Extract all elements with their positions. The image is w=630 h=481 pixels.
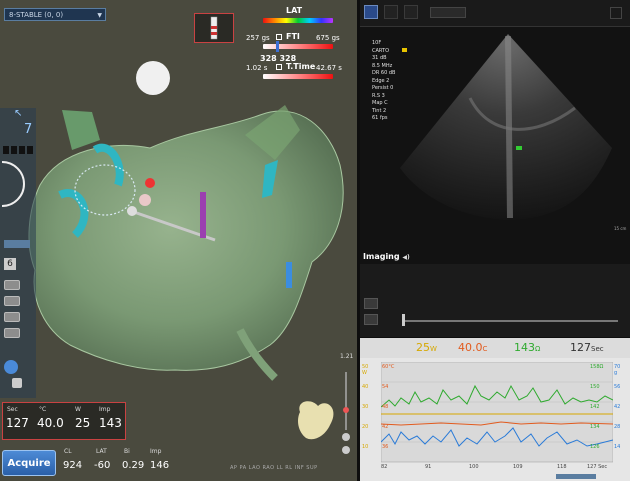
chevron-down-icon: ▼ (97, 12, 102, 19)
graph-summary-bar: 25W 40.0C 143Ω 127Sec (360, 338, 630, 358)
readout-value-power: 25 (75, 416, 91, 430)
ablation-graph-panel: 25W 40.0C 143Ω 127Sec 50 W 40 30 20 10 6… (360, 338, 630, 481)
left-toolbar: ↖ 7 6 (0, 108, 36, 398)
rotate-dial-icon[interactable] (0, 160, 36, 210)
fti-min: 257 gs (246, 34, 270, 42)
ttime-label: T.Time (286, 62, 316, 71)
ultrasound-control-button-1[interactable] (364, 298, 378, 309)
ttime-checkbox[interactable] (276, 64, 282, 70)
acquire-button[interactable]: Acquire (2, 450, 56, 476)
ultrasound-close-button[interactable] (610, 7, 622, 19)
lat-label: LAT (286, 6, 303, 15)
ultrasound-toolbar (360, 0, 630, 27)
ablation-readout-panel: Sec °C W Imp 127 40.0 25 143 (2, 402, 126, 440)
arrow-icon[interactable]: ↖ (14, 108, 22, 119)
readout-header-imp: Imp (99, 406, 111, 413)
ablation-trace-chart[interactable] (381, 362, 613, 466)
catheter-icon-button[interactable] (194, 13, 234, 43)
tool-button-2[interactable] (4, 296, 20, 306)
tool-button-4[interactable] (4, 328, 20, 338)
ultrasound-mode-icon[interactable] (364, 5, 378, 19)
bottom-header-bi: Bi (124, 448, 130, 455)
side-small-number: 6 (4, 258, 16, 270)
bottom-header-imp: Imp (150, 448, 162, 455)
ultrasound-tool-icon-1[interactable] (384, 5, 398, 19)
bottom-header-lat: LAT (96, 448, 107, 455)
zoom-slider-knob (343, 407, 349, 413)
readout-value-sec: 127 (6, 416, 29, 430)
ultrasound-pane: 10F CARTO 31 dB 8.5 MHz DR 60 dB Edge 2 … (360, 0, 630, 337)
fti-max: 675 gs (316, 34, 340, 42)
readout-header-sec: Sec (7, 406, 18, 413)
ultrasound-controls (360, 264, 630, 337)
fti-bar (263, 44, 333, 49)
ultrasound-dropdown[interactable] (430, 7, 466, 18)
stability-dropdown[interactable]: 8-STABLE (0, 0) ▼ (4, 8, 106, 21)
zoom-button (342, 433, 350, 441)
ttime-bar (263, 74, 333, 79)
ttime-max: 42.67 s (316, 64, 342, 72)
x-axis: 82 91 100 109 118 127 Sec (381, 464, 608, 470)
orientation-heart-icon (298, 401, 334, 440)
globe-icon[interactable] (4, 360, 18, 374)
zoom-value: 1.21 (340, 353, 354, 360)
speaker-icon: ◀) (402, 254, 410, 261)
bottom-value-bi: 0.29 (122, 460, 145, 471)
ttime-min: 1.02 s (246, 64, 268, 72)
summary-time: 127Sec (570, 341, 604, 354)
ultrasound-timeline-slider[interactable] (404, 320, 618, 322)
lat-color-bar (263, 18, 333, 23)
hand-tool-button[interactable] (4, 240, 30, 248)
catheter-icon (210, 16, 218, 40)
depth-label: 15 cm (614, 226, 627, 231)
fti-slider-handle[interactable] (276, 41, 279, 52)
tool-button-1[interactable] (4, 280, 20, 290)
side-number: 7 (24, 122, 33, 137)
grid-icon[interactable] (3, 146, 33, 154)
tool-button-3[interactable] (4, 312, 20, 322)
summary-power: 25W (416, 341, 437, 354)
summary-impedance: 143Ω (514, 341, 541, 354)
summary-temp: 40.0C (458, 341, 488, 354)
readout-value-imp: 143 (99, 416, 122, 430)
readout-header-temp: °C (39, 406, 47, 413)
ultrasound-timeline-knob[interactable] (402, 314, 405, 326)
fti-checkbox[interactable] (276, 34, 282, 40)
bottom-value-cl: 924 (63, 460, 83, 471)
ultrasound-tool-icon-2[interactable] (404, 5, 418, 19)
readout-value-temp: 40.0 (37, 416, 64, 430)
imaging-label: Imaging ◀) (363, 252, 410, 261)
view-presets[interactable]: AP PA LAO RAO LL RL INF SUP (230, 465, 318, 471)
map-3d-pane[interactable]: 8-STABLE (0, 0) ▼ LAT 257 gs FTI 675 gs … (0, 0, 357, 481)
bottom-value-lat: -60 (94, 460, 111, 471)
eye-icon[interactable] (12, 378, 22, 388)
ultrasound-settings: 10F CARTO 31 dB 8.5 MHz DR 60 dB Edge 2 … (372, 40, 396, 121)
readout-header-power: W (75, 406, 81, 413)
bottom-value-imp: 146 (150, 460, 170, 471)
fti-label: FTI (286, 32, 300, 41)
graph-scrollbar[interactable] (556, 474, 596, 479)
bottom-header-cl: CL (64, 448, 72, 455)
stability-label: 8-STABLE (0, 0) (9, 11, 64, 19)
ultrasound-control-button-2[interactable] (364, 314, 378, 325)
